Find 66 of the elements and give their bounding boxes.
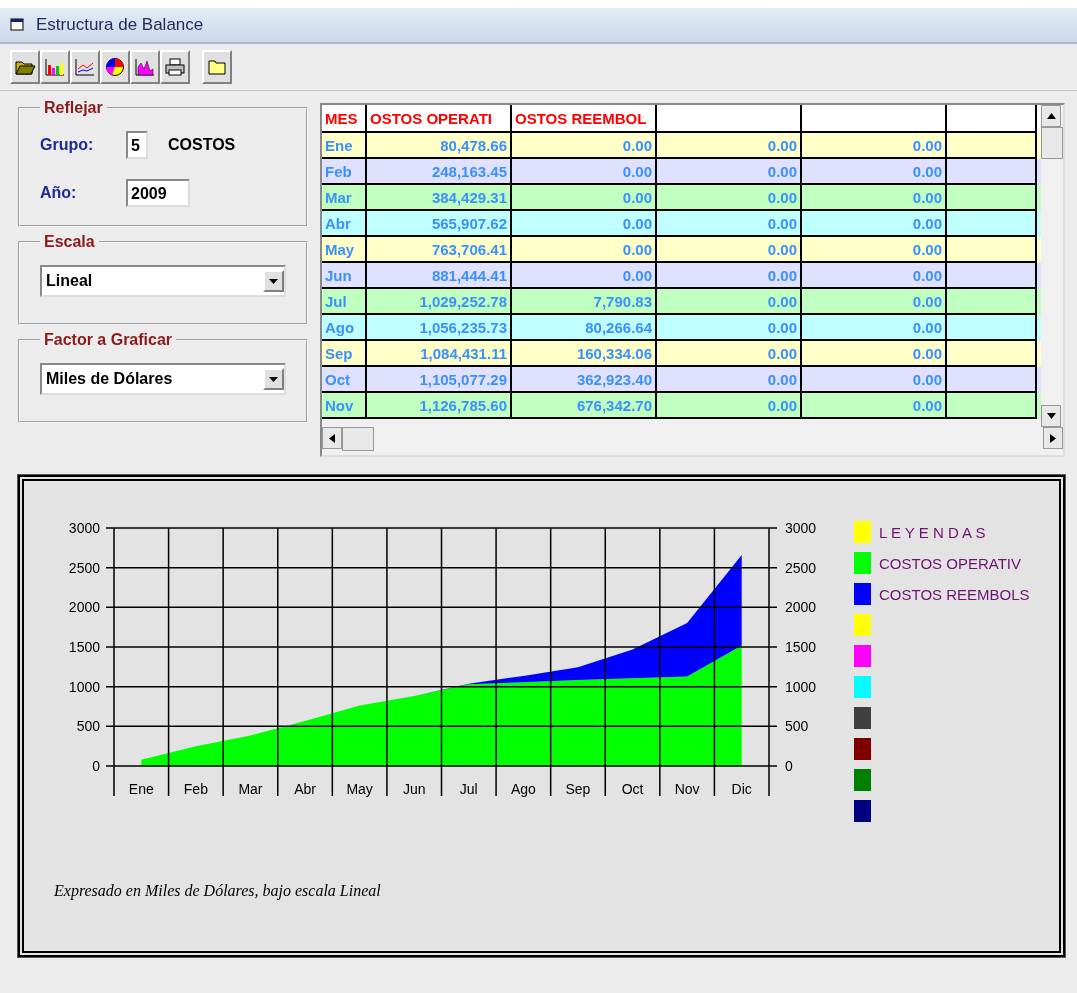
legend-label: COSTOS REEMBOLS (879, 585, 1030, 603)
legend-swatch (854, 583, 871, 605)
y-axis-label: 3000 (68, 520, 100, 536)
legend-label: COSTOS OPERATIV (879, 554, 1021, 572)
window-icon (10, 18, 26, 32)
histogram-icon (134, 57, 156, 77)
x-axis-label: Oct (621, 781, 644, 797)
x-axis-label: Jul (459, 781, 478, 797)
y-axis-label: 2500 (785, 559, 817, 576)
factor-dropdown[interactable]: Miles de Dólares (40, 363, 286, 395)
printer-icon (164, 57, 186, 77)
x-axis-label: Feb (183, 781, 208, 797)
folder-icon (206, 57, 228, 77)
right-arrow-icon (1050, 433, 1056, 443)
y-axis-label: 2000 (785, 599, 817, 616)
year-label: Año: (40, 184, 78, 202)
y-axis-label: 1500 (68, 639, 100, 655)
table-cell: Nov (322, 393, 367, 419)
x-axis-label: Mar (238, 781, 263, 797)
table-cell: 1,126,785.60 (367, 393, 512, 419)
y-axis-label: 1000 (68, 678, 100, 695)
x-axis-label: Sep (565, 781, 591, 797)
legend-title: L E Y E N D A S (879, 523, 986, 541)
y-axis-label: 500 (785, 718, 809, 735)
y-axis-label: 500 (76, 718, 100, 735)
up-arrow-icon (1046, 113, 1056, 119)
x-axis-label: Abr (294, 781, 316, 797)
y-axis-label: 2000 (68, 599, 100, 616)
x-axis-label: Ene (128, 781, 154, 797)
x-axis-label: Dic (731, 781, 752, 797)
line-chart-icon (74, 57, 96, 77)
left-arrow-icon (329, 433, 335, 443)
group-name: COSTOS (168, 136, 236, 154)
x-axis-label: Nov (674, 781, 700, 797)
scroll-thumb[interactable] (342, 427, 374, 451)
group-title: Reflejar (43, 99, 104, 117)
scroll-thumb[interactable] (1041, 127, 1063, 159)
year-field[interactable]: 2009 (126, 179, 190, 207)
y-axis-label: 1000 (785, 678, 817, 695)
y-axis-label: 0 (92, 758, 100, 774)
group-title: Factor a Graficar (43, 331, 174, 349)
table-cell: 0.00 (802, 393, 947, 419)
toolbar-button[interactable] (100, 50, 130, 84)
chart-caption: Expresado en Miles de Dólares, bajo escala Lineal (54, 882, 382, 900)
window-title: Estructura de Balance (36, 15, 204, 35)
grupo-label: Grupo: (40, 136, 95, 154)
x-axis-label: Ago (510, 781, 536, 797)
y-axis-label: 0 (785, 758, 793, 774)
toolbar-button[interactable] (130, 50, 160, 84)
table-cell: 0.00 (657, 393, 802, 419)
bar-chart-icon (44, 57, 66, 77)
legend-swatch (854, 552, 871, 574)
pie-chart-icon (104, 57, 126, 77)
y-axis-label: 1500 (785, 639, 817, 655)
x-axis-label: May (346, 781, 373, 797)
table-cell: 676,342.70 (512, 393, 657, 419)
y-axis-label: 3000 (785, 520, 817, 536)
down-arrow-icon (1046, 413, 1056, 419)
grupo-field[interactable]: 5 (126, 131, 148, 159)
toolbar-button[interactable] (10, 50, 40, 84)
y-axis-label: 2500 (68, 559, 100, 576)
print-button[interactable] (160, 50, 190, 84)
scale-dropdown[interactable]: Lineal (40, 265, 286, 297)
group-title: Escala (43, 233, 96, 251)
vertical-scrollbar[interactable] (1041, 105, 1063, 427)
x-axis-label: Jun (402, 781, 426, 797)
